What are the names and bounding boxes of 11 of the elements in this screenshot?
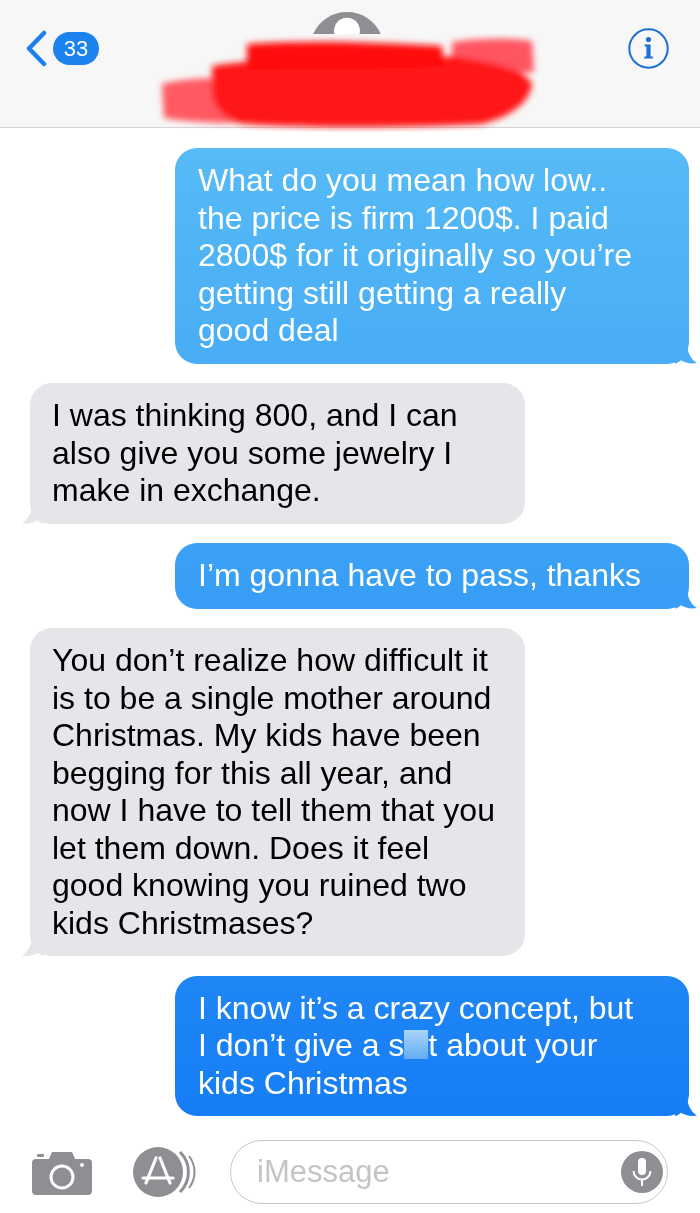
info-icon[interactable] <box>628 28 669 69</box>
message-text: I was thinking 800, and I can also give you some jewelry I make in exchange. <box>52 397 459 510</box>
microphone-icon[interactable] <box>621 1151 663 1193</box>
message-text: I’m gonna have to pass, thanks <box>198 557 642 595</box>
message-text: You don’t realize how difficult it is to be a single mother around Christmas. My kids have been begging for this all year, and now I have to tell them that you let them down. Does it feel good knowing you ruined two kids Christmases? <box>52 642 496 942</box>
unread-count-badge[interactable]: 33 <box>53 32 99 65</box>
message-input[interactable]: iMessage <box>230 1140 668 1204</box>
message-text: I know it’s a crazy concept, but I don’t give a s t about your kids Christmas <box>198 989 635 1102</box>
camera-icon[interactable] <box>32 1149 92 1195</box>
back-icon[interactable] <box>25 30 47 67</box>
message-text: What do you mean how low.. the price is firm 1200$. I paid 2800$ for it originally so you’re getting still getting a really good deal <box>198 162 633 350</box>
